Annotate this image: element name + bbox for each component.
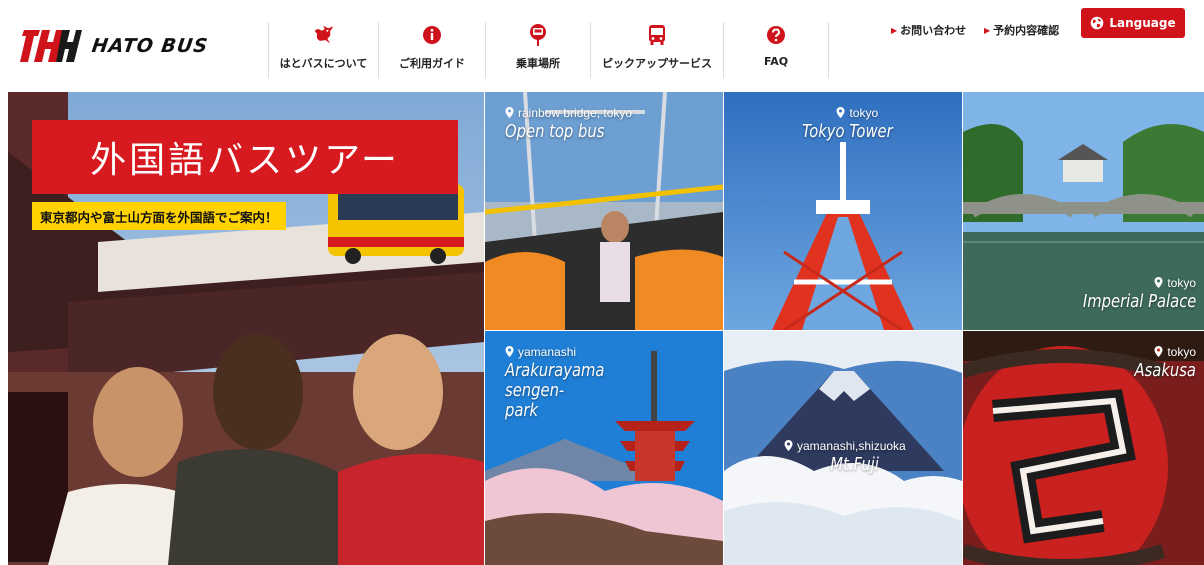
hero-foreign-language-tour[interactable]: 外国語バスツアー 東京都内や富士山方面を外国語でご案内！ (8, 92, 484, 565)
nav-label-guide: ご利用ガイド (399, 57, 465, 70)
location-label: tokyo (1121, 345, 1196, 359)
tile-imperial-palace[interactable]: tokyo Imperial Palace (963, 92, 1204, 330)
hero-subtitle: 東京都内や富士山方面を外国語でご案内！ (32, 202, 286, 230)
nav-label-pickup: ピックアップサービス (602, 57, 712, 70)
reservation-check-link[interactable]: ▶ 予約内容確認 (984, 22, 1059, 38)
nav-item-boarding[interactable]: 乗車場所 (485, 22, 590, 78)
tour-name: Open top bus (505, 121, 605, 142)
tour-name: Arakurayama sengen-park (505, 360, 605, 421)
location-label: tokyo (802, 106, 913, 120)
hero-title-banner: 外国語バスツアー (32, 120, 458, 194)
logo-text: HATO BUS (90, 35, 210, 57)
contact-link[interactable]: ▶ お問い合わせ (891, 22, 966, 38)
location-text: tokyo (849, 106, 879, 120)
tour-name: Mt.Fuji (830, 454, 879, 475)
nav-item-about[interactable]: はとバスについて (268, 22, 378, 78)
tile-arakurayama-sengen-park[interactable]: yamanashi Arakurayama sengen-park (485, 331, 723, 565)
info-icon (421, 24, 443, 46)
location-label: rainbow bridge, tokyo (505, 106, 632, 120)
nav-label-faq: FAQ (763, 55, 789, 68)
location-text: yamanashi (518, 345, 577, 359)
arrow-right-icon: ▶ (984, 26, 991, 35)
location-text: rainbow bridge, tokyo (518, 106, 633, 120)
tile-tokyo-tower[interactable]: tokyo Tokyo Tower (724, 92, 962, 330)
map-pin-icon (505, 346, 514, 357)
hato-bus-logo[interactable]: HATO BUS (20, 28, 210, 64)
arrow-right-icon: ▶ (891, 26, 898, 35)
hato-bus-logo-mark (20, 30, 82, 62)
location-label: tokyo (1058, 276, 1196, 290)
tile-asakusa-caption: tokyo Asakusa (1121, 345, 1196, 381)
contact-label: お問い合わせ (900, 24, 967, 37)
hato-bird-icon (313, 24, 335, 46)
nav-item-faq[interactable]: FAQ (723, 22, 829, 78)
tour-photo-grid: 外国語バスツアー 東京都内や富士山方面を外国語でご案内！ rainbow bri… (8, 92, 1204, 565)
bus-front-icon (646, 24, 668, 46)
site-header: HATO BUS はとバスについて ご利用ガイド 乗車場所 ピックアップサービス (0, 0, 1204, 92)
tour-name: Imperial Palace (1082, 291, 1196, 312)
tile-mt-fuji-caption: yamanashi,shizuoka Mt.Fuji (784, 439, 906, 475)
map-pin-icon (836, 107, 845, 118)
nav-label-about: はとバスについて (279, 57, 368, 70)
location-text: yamanashi,shizuoka (797, 439, 906, 453)
tile-open-top-bus[interactable]: rainbow bridge, tokyo Open top bus (485, 92, 723, 330)
tour-name: Asakusa (1134, 360, 1196, 381)
reservation-label: 予約内容確認 (993, 24, 1060, 37)
language-label: Language (1109, 16, 1176, 30)
bus-stop-icon (527, 24, 549, 46)
map-pin-icon (505, 107, 514, 118)
tile-imperial-palace-caption: tokyo Imperial Palace (1058, 276, 1196, 312)
location-label: yamanashi (505, 345, 615, 359)
map-pin-icon (1154, 346, 1163, 357)
main-nav: はとバスについて ご利用ガイド 乗車場所 ピックアップサービス FAQ (268, 22, 829, 78)
language-button[interactable]: Language (1081, 8, 1185, 38)
nav-item-guide[interactable]: ご利用ガイド (378, 22, 485, 78)
map-pin-icon (784, 440, 793, 451)
map-pin-icon (1154, 277, 1163, 288)
hero-title: 外国語バスツアー (90, 140, 400, 181)
nav-label-boarding: 乗車場所 (516, 57, 560, 70)
tile-open-top-bus-caption: rainbow bridge, tokyo Open top bus (505, 106, 632, 142)
tile-arakurayama-caption: yamanashi Arakurayama sengen-park (505, 345, 615, 420)
tile-asakusa[interactable]: tokyo Asakusa (963, 331, 1204, 565)
tile-mt-fuji[interactable]: yamanashi,shizuoka Mt.Fuji (724, 331, 962, 565)
globe-icon (1091, 16, 1104, 30)
tour-name: Tokyo Tower (802, 121, 893, 142)
tile-tokyo-tower-caption: tokyo Tokyo Tower (802, 106, 913, 142)
location-text: tokyo (1167, 345, 1196, 359)
question-icon (765, 24, 787, 46)
location-label: yamanashi,shizuoka (784, 439, 906, 453)
location-text: tokyo (1167, 276, 1196, 290)
nav-item-pickup[interactable]: ピックアップサービス (590, 22, 723, 78)
